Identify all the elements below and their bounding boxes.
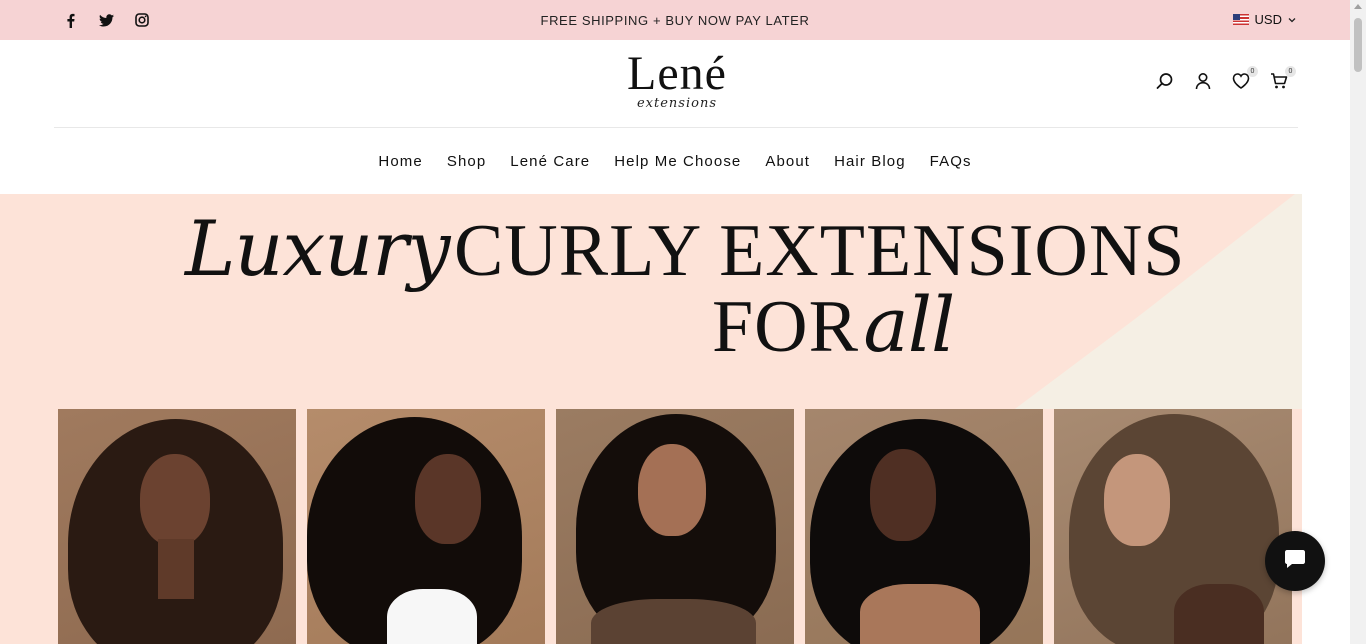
nav-item-lene-care[interactable]: Lené Care (510, 153, 590, 170)
nav-item-home[interactable]: Home (378, 153, 422, 170)
main-nav: Home Shop Lené Care Help Me Choose About… (0, 128, 1350, 194)
nav-item-hair-blog[interactable]: Hair Blog (834, 153, 906, 170)
hero-headline-line2: FOR all (712, 280, 955, 370)
nav-item-faqs[interactable]: FAQs (930, 153, 972, 170)
nav-item-help-me-choose[interactable]: Help Me Choose (614, 153, 741, 170)
cart-icon[interactable]: 0 (1270, 66, 1296, 90)
announcement-bar: FREE SHIPPING + BUY NOW PAY LATER USD (0, 0, 1350, 40)
nav-item-about[interactable]: About (765, 153, 810, 170)
logo-wordmark: Lené (627, 47, 727, 100)
hero-word-for: FOR (712, 286, 859, 368)
scrollbar-thumb[interactable] (1354, 18, 1362, 72)
site-logo[interactable]: Lené extensions (610, 50, 744, 122)
chat-bubble-icon (1284, 549, 1306, 574)
model-photo-1 (58, 409, 296, 644)
currency-selector[interactable]: USD (1232, 12, 1296, 27)
account-icon[interactable] (1194, 72, 1212, 90)
model-photo-2 (307, 409, 545, 644)
announcement-text: FREE SHIPPING + BUY NOW PAY LATER (540, 13, 810, 28)
hero-word-all: all (863, 280, 955, 369)
model-gallery (58, 409, 1292, 644)
wishlist-icon[interactable]: 0 (1232, 66, 1258, 90)
nav-item-shop[interactable]: Shop (447, 153, 486, 170)
scroll-up-arrow-icon[interactable] (1354, 4, 1362, 9)
model-photo-5 (1054, 409, 1292, 644)
hero-word-luxury: Luxury (185, 204, 450, 293)
hero-banner[interactable]: Luxury CURLY EXTENSIONS FOR all (0, 194, 1302, 644)
search-icon[interactable] (1156, 72, 1174, 90)
currency-label: USD (1254, 12, 1282, 27)
header-actions: 0 0 (1156, 66, 1296, 90)
chat-button[interactable] (1265, 531, 1325, 591)
site-header: Lené extensions 0 0 (0, 40, 1350, 128)
wishlist-count-badge: 0 (1247, 66, 1258, 77)
cart-count-badge: 0 (1285, 66, 1296, 77)
page-scrollbar[interactable] (1350, 0, 1366, 644)
model-photo-3 (556, 409, 794, 644)
model-photo-4 (805, 409, 1043, 644)
us-flag-icon (1232, 14, 1249, 25)
chevron-down-icon (1288, 15, 1296, 25)
